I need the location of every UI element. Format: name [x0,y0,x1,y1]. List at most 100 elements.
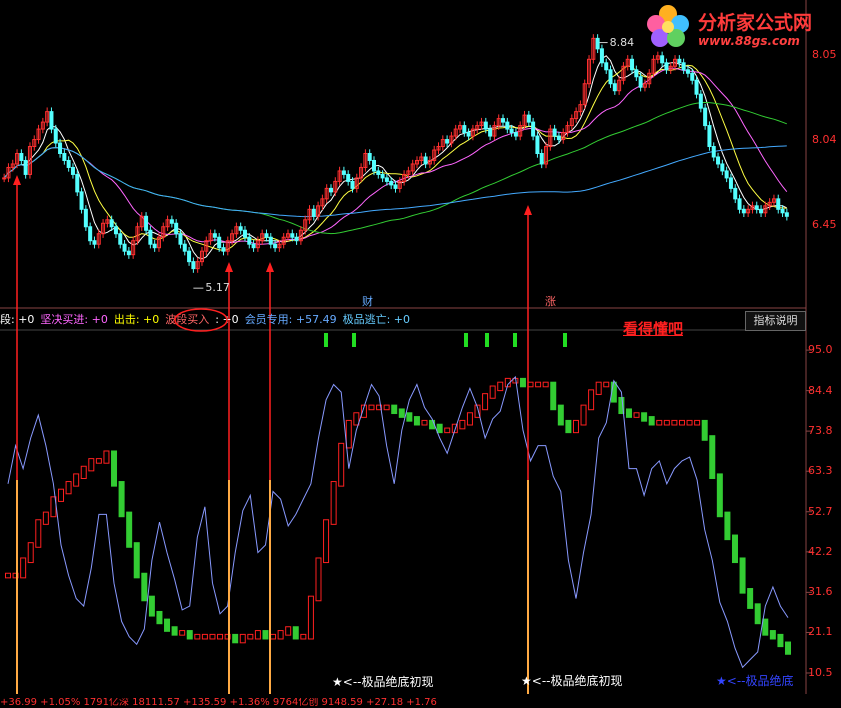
star-label-1: ★<--极品绝底初现 [332,675,434,689]
indicator-item-1: 坚决买进: +0 [40,313,108,326]
candle-body [716,156,721,165]
candle-body [346,173,351,182]
osc-axis-label: 95.0 [808,343,833,357]
logo-title: 分析家公式网 [698,12,813,34]
osc-bar [663,419,670,426]
osc-bar [391,404,398,415]
osc-bar [406,412,413,422]
candle-body [294,236,299,242]
oscillator-panel [5,333,812,674]
indicator-item-0: 段: +0 [0,313,35,326]
candle-body [556,135,561,141]
candle-body [608,69,613,85]
candle-body [311,208,316,217]
osc-line [7,375,789,669]
osc-bar [141,572,148,602]
osc-bar [239,633,246,644]
osc-bar [694,419,701,426]
site-logo: 分析家公式网 www.88gs.com [640,2,840,52]
candle-body [707,125,712,148]
osc-axis-label: 84.4 [808,383,833,397]
signal-tick [464,333,468,347]
candle-body [711,146,716,158]
osc-bar [648,416,655,426]
candle-body [58,142,63,154]
candle-body [677,58,682,64]
low-price-annotation: 5.17 [205,281,230,295]
candle-body [630,58,635,71]
candle-body [217,236,222,249]
candle-body [685,69,690,74]
osc-bar [603,381,610,388]
candle-body [367,153,372,161]
osc-bar [58,488,65,502]
candle-body [2,177,7,180]
osc-bar [519,377,526,388]
ma-line-ma60 [3,101,787,235]
candle-body [126,250,131,256]
osc-bar [459,419,466,430]
osc-bar [383,404,390,411]
high-price-annotation: 8.84 [609,35,635,49]
signal-tick [563,333,567,347]
candle-body [733,187,738,200]
osc-bar [542,381,549,388]
signal-tick [485,333,489,347]
candle-body [638,76,643,88]
buy-signal-arrows [13,175,532,694]
osc-bar [345,419,352,449]
osc-bar [209,633,216,640]
osc-bar [633,412,640,418]
osc-bar [565,419,572,434]
candle-body [694,79,699,95]
osc-bar [338,442,345,487]
candle-body [595,37,600,50]
candle-body [612,83,617,92]
circle-highlight [174,308,228,332]
osc-bar [277,630,284,640]
osc-bar [171,626,178,636]
osc-bar [300,633,307,640]
osc-bar [709,435,716,479]
osc-bar [731,534,738,564]
candle-body [539,153,544,165]
osc-bar [739,557,746,594]
candle-body [122,243,127,252]
osc-bar [769,630,776,640]
osc-bar [232,633,239,644]
candle-body [780,208,785,214]
candle-body [552,128,557,137]
candle-body [23,159,28,175]
marker-cai: 财 [362,295,373,308]
osc-bar [497,381,504,392]
candle-body [144,215,149,231]
osc-bar [148,595,155,617]
candle-body [604,62,609,71]
osc-bar [535,381,542,388]
candle-body [238,226,243,231]
candle-body [191,261,196,270]
candle-body [92,240,97,245]
osc-bar [641,412,648,422]
osc-bar [747,588,754,609]
osc-bar [429,419,436,430]
osc-bar [5,572,11,579]
osc-bar [201,633,208,640]
candle-body [784,212,789,217]
price-axis-label-2: 6.45 [812,218,837,231]
osc-bar [489,385,496,399]
candle-body [75,173,80,193]
candle-body [169,219,174,224]
osc-bar [156,610,163,625]
candle-body [371,159,377,172]
osc-bar [126,511,133,548]
osc-bar [701,419,708,441]
osc-axis-label: 31.6 [808,585,833,599]
candle-body [501,118,506,123]
candle-body [380,173,385,179]
candle-body [462,125,467,134]
candle-body [698,93,703,109]
osc-bar [35,519,42,548]
indicator-help-button[interactable]: 指标说明 [745,311,806,331]
osc-bar [595,381,602,395]
